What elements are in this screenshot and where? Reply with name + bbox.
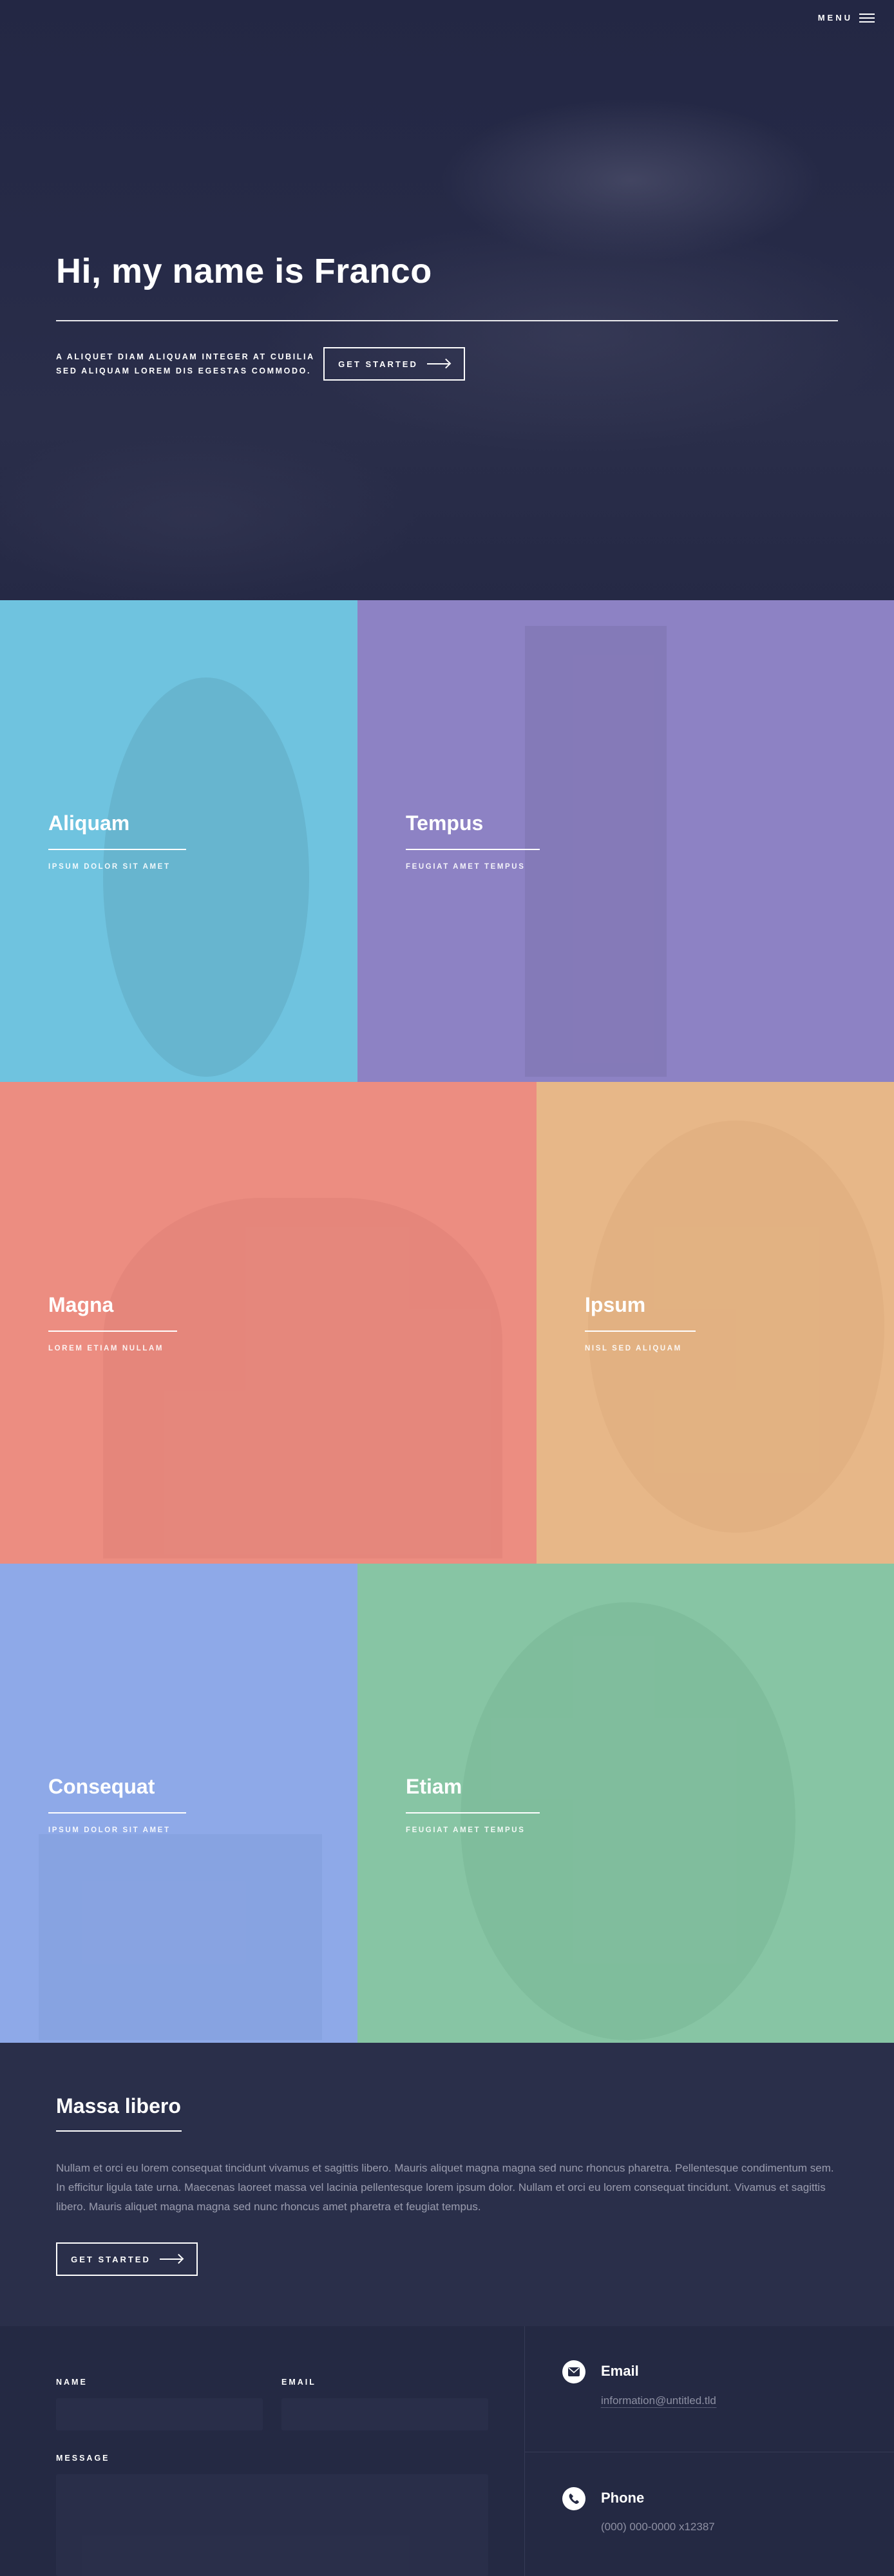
tile-divider (406, 1812, 540, 1814)
section-paragraph: Nullam et orci eu lorem consequat tincid… (56, 2162, 834, 2213)
contact-form: NAME EMAIL MESSAGE (0, 2326, 524, 2576)
phone-info: Phone (000) 000-0000 x12387 (525, 2452, 894, 2576)
hero-title: Hi, my name is Franco (56, 252, 432, 290)
tile-title: Aliquam (48, 811, 130, 835)
name-label: NAME (56, 2378, 88, 2387)
hero-description: A ALIQUET DIAM ALIQUAM INTEGER AT CUBILI… (56, 350, 327, 378)
phone-title: Phone (601, 2490, 645, 2506)
section-title: Massa libero (56, 2094, 181, 2117)
email-info: Email information@untitled.tld (525, 2326, 894, 2452)
tile-title: Tempus (406, 811, 484, 835)
phone-icon (562, 2487, 585, 2510)
tile-image-shape (461, 1602, 795, 2040)
tile-divider (406, 849, 540, 850)
envelope-icon (562, 2360, 585, 2383)
tile-ipsum[interactable]: Ipsum NISL SED ALIQUAM (537, 1082, 894, 1564)
message-label: MESSAGE (56, 2454, 110, 2463)
email-title: Email (601, 2363, 639, 2379)
section-divider (56, 2130, 182, 2132)
tile-subtitle: FEUGIAT AMET TEMPUS (406, 863, 526, 871)
tile-aliquam[interactable]: Aliquam IPSUM DOLOR SIT AMET (0, 600, 357, 1082)
tile-title: Consequat (48, 1775, 155, 1798)
tile-image-shape (39, 1834, 322, 2040)
tile-image-shape (525, 626, 667, 1077)
tile-title: Ipsum (585, 1293, 646, 1316)
tile-consequat[interactable]: Consequat IPSUM DOLOR SIT AMET (0, 1564, 357, 2043)
top-bar: MENU (0, 0, 894, 39)
tile-subtitle: LOREM ETIAM NULLAM (48, 1345, 164, 1352)
name-input[interactable] (56, 2398, 263, 2430)
arrow-right-icon (159, 2255, 183, 2264)
menu-button[interactable]: MENU (818, 13, 875, 23)
email-label: EMAIL (281, 2378, 316, 2387)
hamburger-icon (859, 13, 875, 23)
button-label: GET STARTED (338, 359, 418, 369)
tile-etiam[interactable]: Etiam FEUGIAT AMET TEMPUS (357, 1564, 894, 2043)
email-link[interactable]: information@untitled.tld (601, 2394, 716, 2408)
tile-magna[interactable]: Magna LOREM ETIAM NULLAM (0, 1082, 537, 1564)
phone-value: (000) 000-0000 x12387 (601, 2521, 715, 2533)
tile-image-shape (103, 677, 309, 1077)
intro-section: Massa libero Nullam et orci eu lorem con… (0, 2043, 894, 2326)
arrow-right-icon (426, 359, 450, 368)
hero-banner: Hi, my name is Franco A ALIQUET DIAM ALI… (0, 0, 894, 600)
tile-divider (48, 849, 186, 850)
tile-tempus[interactable]: Tempus FEUGIAT AMET TEMPUS (357, 600, 894, 1082)
tile-title: Etiam (406, 1775, 462, 1798)
email-input[interactable] (281, 2398, 488, 2430)
hero-description-line: A ALIQUET DIAM ALIQUAM INTEGER AT CUBILI… (56, 352, 315, 361)
tile-image-shape (588, 1121, 884, 1533)
tile-divider (585, 1331, 696, 1332)
tile-divider (48, 1812, 186, 1814)
message-textarea[interactable] (56, 2474, 488, 2576)
contact-section: NAME EMAIL MESSAGE Email information@unt… (0, 2326, 894, 2576)
button-label: GET STARTED (71, 2254, 151, 2264)
tile-subtitle: NISL SED ALIQUAM (585, 1345, 682, 1352)
hero-description-line: SED ALIQUAM LOREM DIS EGESTAS COMMODO. (56, 366, 312, 375)
menu-label: MENU (817, 13, 853, 23)
tile-divider (48, 1331, 177, 1332)
tile-subtitle: IPSUM DOLOR SIT AMET (48, 1826, 171, 1834)
tile-subtitle: FEUGIAT AMET TEMPUS (406, 1826, 526, 1834)
hero-divider (56, 320, 838, 321)
tile-image-shape (103, 1198, 502, 1558)
tile-title: Magna (48, 1293, 114, 1316)
get-started-button[interactable]: GET STARTED (56, 2242, 198, 2276)
hero-get-started-button[interactable]: GET STARTED (323, 347, 465, 381)
tile-subtitle: IPSUM DOLOR SIT AMET (48, 863, 171, 871)
